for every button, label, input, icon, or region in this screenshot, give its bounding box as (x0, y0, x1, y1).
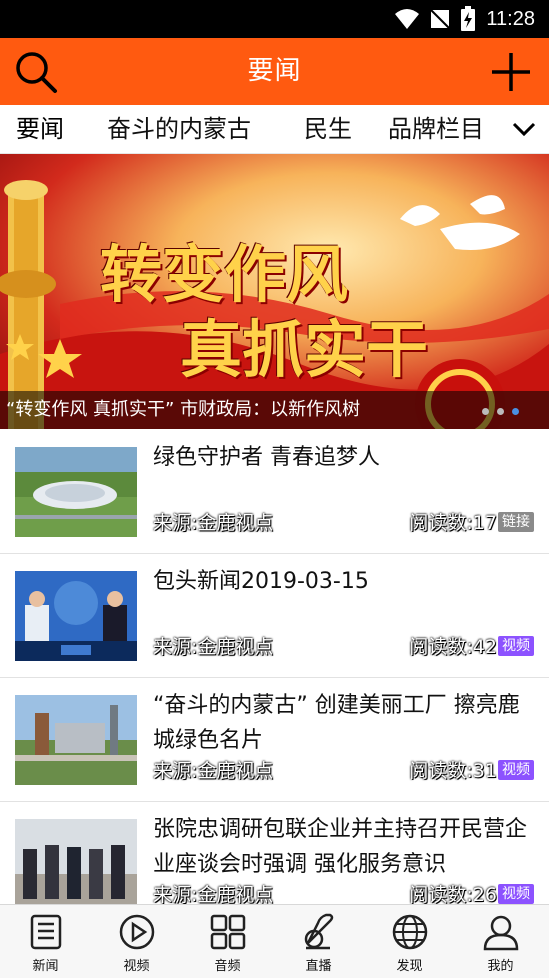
carousel-indicator (482, 408, 519, 415)
nav-news[interactable]: 新闻 (0, 905, 91, 978)
tab-livelihood[interactable]: 民生 (304, 105, 352, 153)
live-icon (304, 913, 334, 950)
status-icons: 11:28 (394, 0, 535, 38)
category-tab-bar: 要闻 奋斗的内蒙古 民生 品牌栏目 (0, 105, 549, 154)
news-thumbnail (15, 819, 137, 909)
page-title: 要闻 (247, 56, 302, 86)
nav-label: 音频 (214, 959, 241, 974)
banner-slogan-line2: 真抓实干 (180, 313, 429, 386)
news-source: 来源:金鹿视点 (153, 512, 274, 534)
nav-label: 新闻 (32, 959, 59, 974)
banner-carousel[interactable]: 转变作风 真抓实干 “转变作风 真抓实干” 市财政局：以新作风树 (0, 154, 549, 429)
carousel-dot (482, 408, 489, 415)
banner-caption: “转变作风 真抓实干” 市财政局：以新作风树 (0, 391, 549, 429)
nav-discover[interactable]: 发现 (364, 905, 455, 978)
nav-audio[interactable]: 音频 (182, 905, 273, 978)
status-time: 11:28 (486, 7, 535, 30)
tab-expand-button[interactable] (509, 115, 539, 143)
nav-profile[interactable]: 我的 (455, 905, 546, 978)
link-badge: 链接 (498, 512, 534, 532)
video-badge: 视频 (498, 760, 534, 780)
app-header: 要闻 (0, 38, 549, 105)
nav-video[interactable]: 视频 (91, 905, 182, 978)
discover-icon (392, 914, 428, 950)
video-badge: 视频 (498, 884, 534, 904)
news-thumbnail (15, 571, 137, 661)
bottom-navigation: 新闻 视频 音频 直播 发现 我的 (0, 904, 549, 978)
tab-inner-mongolia[interactable]: 奋斗的内蒙古 (107, 105, 251, 153)
battery-charging-icon (461, 6, 476, 31)
video-badge: 视频 (498, 636, 534, 656)
video-icon (119, 914, 155, 950)
plus-icon (492, 53, 530, 91)
tab-brand-columns[interactable]: 品牌栏目 (388, 105, 484, 153)
nav-label: 视频 (123, 959, 150, 974)
news-title: “奋斗的内蒙古” 创建美丽工厂 擦亮鹿城绿色名片 (153, 693, 520, 753)
news-item[interactable]: “奋斗的内蒙古” 创建美丽工厂 擦亮鹿城绿色名片 来源:金鹿视点 阅读数:31 … (0, 678, 549, 802)
news-read-count: 阅读数:26 (409, 884, 497, 906)
news-title: 张院忠调研包联企业并主持召开民营企业座谈会时强调 强化服务意识 (153, 817, 528, 877)
news-read-count: 阅读数:42 (409, 636, 497, 658)
status-bar: 11:28 (0, 0, 549, 38)
news-item[interactable]: 包头新闻2019-03-15 来源:金鹿视点 阅读数:42 视频 (0, 554, 549, 678)
tab-headlines[interactable]: 要闻 (16, 105, 64, 153)
news-title: 包头新闻2019-03-15 (153, 569, 369, 594)
add-button[interactable] (489, 50, 533, 94)
news-title: 绿色守护者 青春追梦人 (153, 445, 380, 470)
news-thumbnail (15, 447, 137, 537)
news-source: 来源:金鹿视点 (153, 636, 274, 658)
audio-icon (210, 914, 246, 950)
news-item[interactable]: 绿色守护者 青春追梦人 来源:金鹿视点 阅读数:17 链接 (0, 430, 549, 554)
profile-icon (483, 915, 519, 951)
news-read-count: 阅读数:31 (409, 760, 497, 782)
nav-label: 直播 (305, 959, 332, 974)
news-read-count: 阅读数:17 (409, 512, 497, 534)
no-signal-icon (430, 9, 451, 29)
nav-live[interactable]: 直播 (273, 905, 364, 978)
news-source: 来源:金鹿视点 (153, 884, 274, 906)
nav-label: 我的 (487, 959, 514, 974)
news-thumbnail (15, 695, 137, 785)
nav-label: 发现 (396, 959, 423, 974)
news-icon (30, 914, 62, 950)
carousel-dot (497, 408, 504, 415)
news-source: 来源:金鹿视点 (153, 760, 274, 782)
chevron-down-icon (512, 122, 536, 137)
wifi-icon (395, 9, 420, 29)
carousel-dot-active (512, 408, 519, 415)
